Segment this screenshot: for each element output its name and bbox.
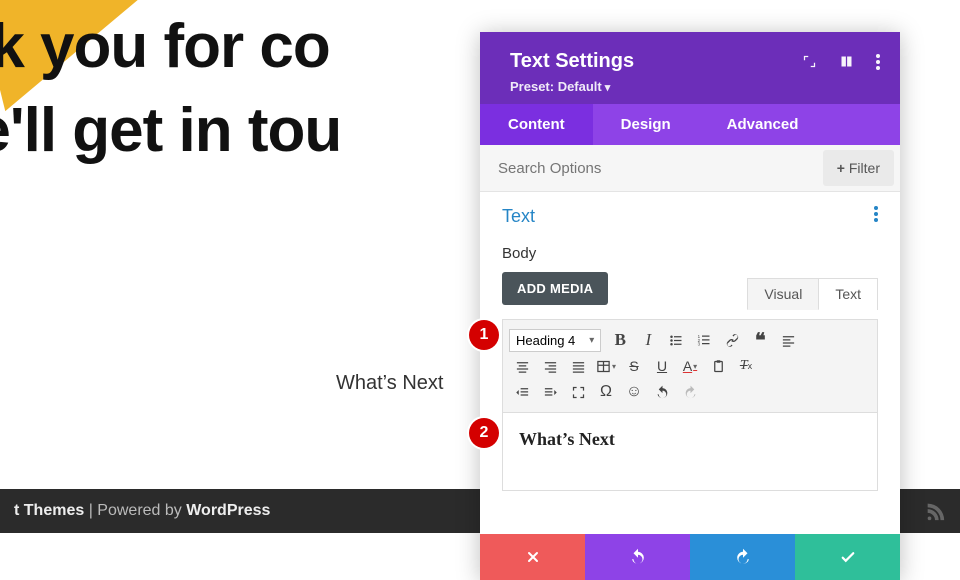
indent-button[interactable] <box>537 380 563 404</box>
page-headline: ank you for co We'll get in tou <box>0 5 341 172</box>
cancel-button[interactable] <box>480 534 585 580</box>
callout-1: 1 <box>469 320 499 350</box>
panel-title: Text Settings <box>510 50 634 73</box>
numbered-list-button[interactable]: 123 <box>691 328 717 352</box>
text-settings-panel: Text Settings Preset: Default Content De… <box>480 32 900 580</box>
strikethrough-button[interactable]: S <box>621 354 647 378</box>
preset-dropdown[interactable]: Preset: Default <box>510 79 880 94</box>
redo-all-button[interactable] <box>690 534 795 580</box>
tab-text[interactable]: Text <box>819 278 878 310</box>
tab-advanced[interactable]: Advanced <box>699 104 827 145</box>
page-subheading: What’s Next <box>336 372 443 395</box>
footer-wordpress: WordPress <box>186 502 270 519</box>
fullscreen-button[interactable] <box>565 380 591 404</box>
emoji-button[interactable]: ☺ <box>621 380 647 404</box>
outdent-button[interactable] <box>509 380 535 404</box>
add-media-button[interactable]: ADD MEDIA <box>502 272 608 305</box>
italic-button[interactable]: I <box>635 328 661 352</box>
rich-text-editor[interactable]: What’s Next <box>502 413 878 491</box>
body-label: Body <box>502 245 878 262</box>
align-right-button[interactable] <box>537 354 563 378</box>
editor-content: What’s Next <box>519 429 861 450</box>
format-select[interactable]: Heading 4 <box>509 329 601 352</box>
footer-theme: t Themes <box>14 502 84 519</box>
search-input[interactable] <box>480 147 823 190</box>
headline-line-1: ank you for co <box>0 5 341 89</box>
align-left-button[interactable] <box>775 328 801 352</box>
underline-button[interactable]: U <box>649 354 675 378</box>
quote-button[interactable]: ❝ <box>747 328 773 352</box>
bullet-list-button[interactable] <box>663 328 689 352</box>
undo-button[interactable] <box>649 380 675 404</box>
undo-all-button[interactable] <box>585 534 690 580</box>
panel-tabs: Content Design Advanced <box>480 104 900 145</box>
format-select-label: Heading 4 <box>516 333 575 348</box>
clear-format-button[interactable]: Tx <box>733 354 759 378</box>
text-color-button[interactable]: A <box>677 354 703 378</box>
bold-button[interactable]: B <box>607 328 633 352</box>
kebab-menu-icon[interactable] <box>876 54 880 70</box>
editor-toolbar: Heading 4 B I 123 ❝ S U A Tx Ω ☺ <box>502 319 878 413</box>
redo-button[interactable] <box>677 380 703 404</box>
panel-footer <box>480 534 900 580</box>
special-char-button[interactable]: Ω <box>593 380 619 404</box>
link-button[interactable] <box>719 328 745 352</box>
headline-line-2: We'll get in tou <box>0 89 341 173</box>
section-title: Text <box>502 206 878 227</box>
align-center-button[interactable] <box>509 354 535 378</box>
columns-icon[interactable] <box>839 54 854 69</box>
editor-mode-tabs: Visual Text <box>747 278 878 310</box>
tab-design[interactable]: Design <box>593 104 699 145</box>
filter-button[interactable]: Filter <box>823 150 894 186</box>
footer-sep: | Powered by <box>84 502 186 519</box>
svg-text:3: 3 <box>697 341 700 346</box>
search-row: Filter <box>480 145 900 192</box>
tab-visual[interactable]: Visual <box>747 278 819 310</box>
tab-content[interactable]: Content <box>480 104 593 145</box>
rss-icon[interactable] <box>924 500 946 522</box>
expand-icon[interactable] <box>802 54 817 69</box>
confirm-button[interactable] <box>795 534 900 580</box>
align-justify-button[interactable] <box>565 354 591 378</box>
callout-2: 2 <box>469 418 499 448</box>
paste-button[interactable] <box>705 354 731 378</box>
section-menu-icon[interactable] <box>874 206 878 222</box>
panel-header: Text Settings Preset: Default <box>480 32 900 104</box>
table-button[interactable] <box>593 354 619 378</box>
text-section: Text Body ADD MEDIA Visual Text <box>480 192 900 305</box>
